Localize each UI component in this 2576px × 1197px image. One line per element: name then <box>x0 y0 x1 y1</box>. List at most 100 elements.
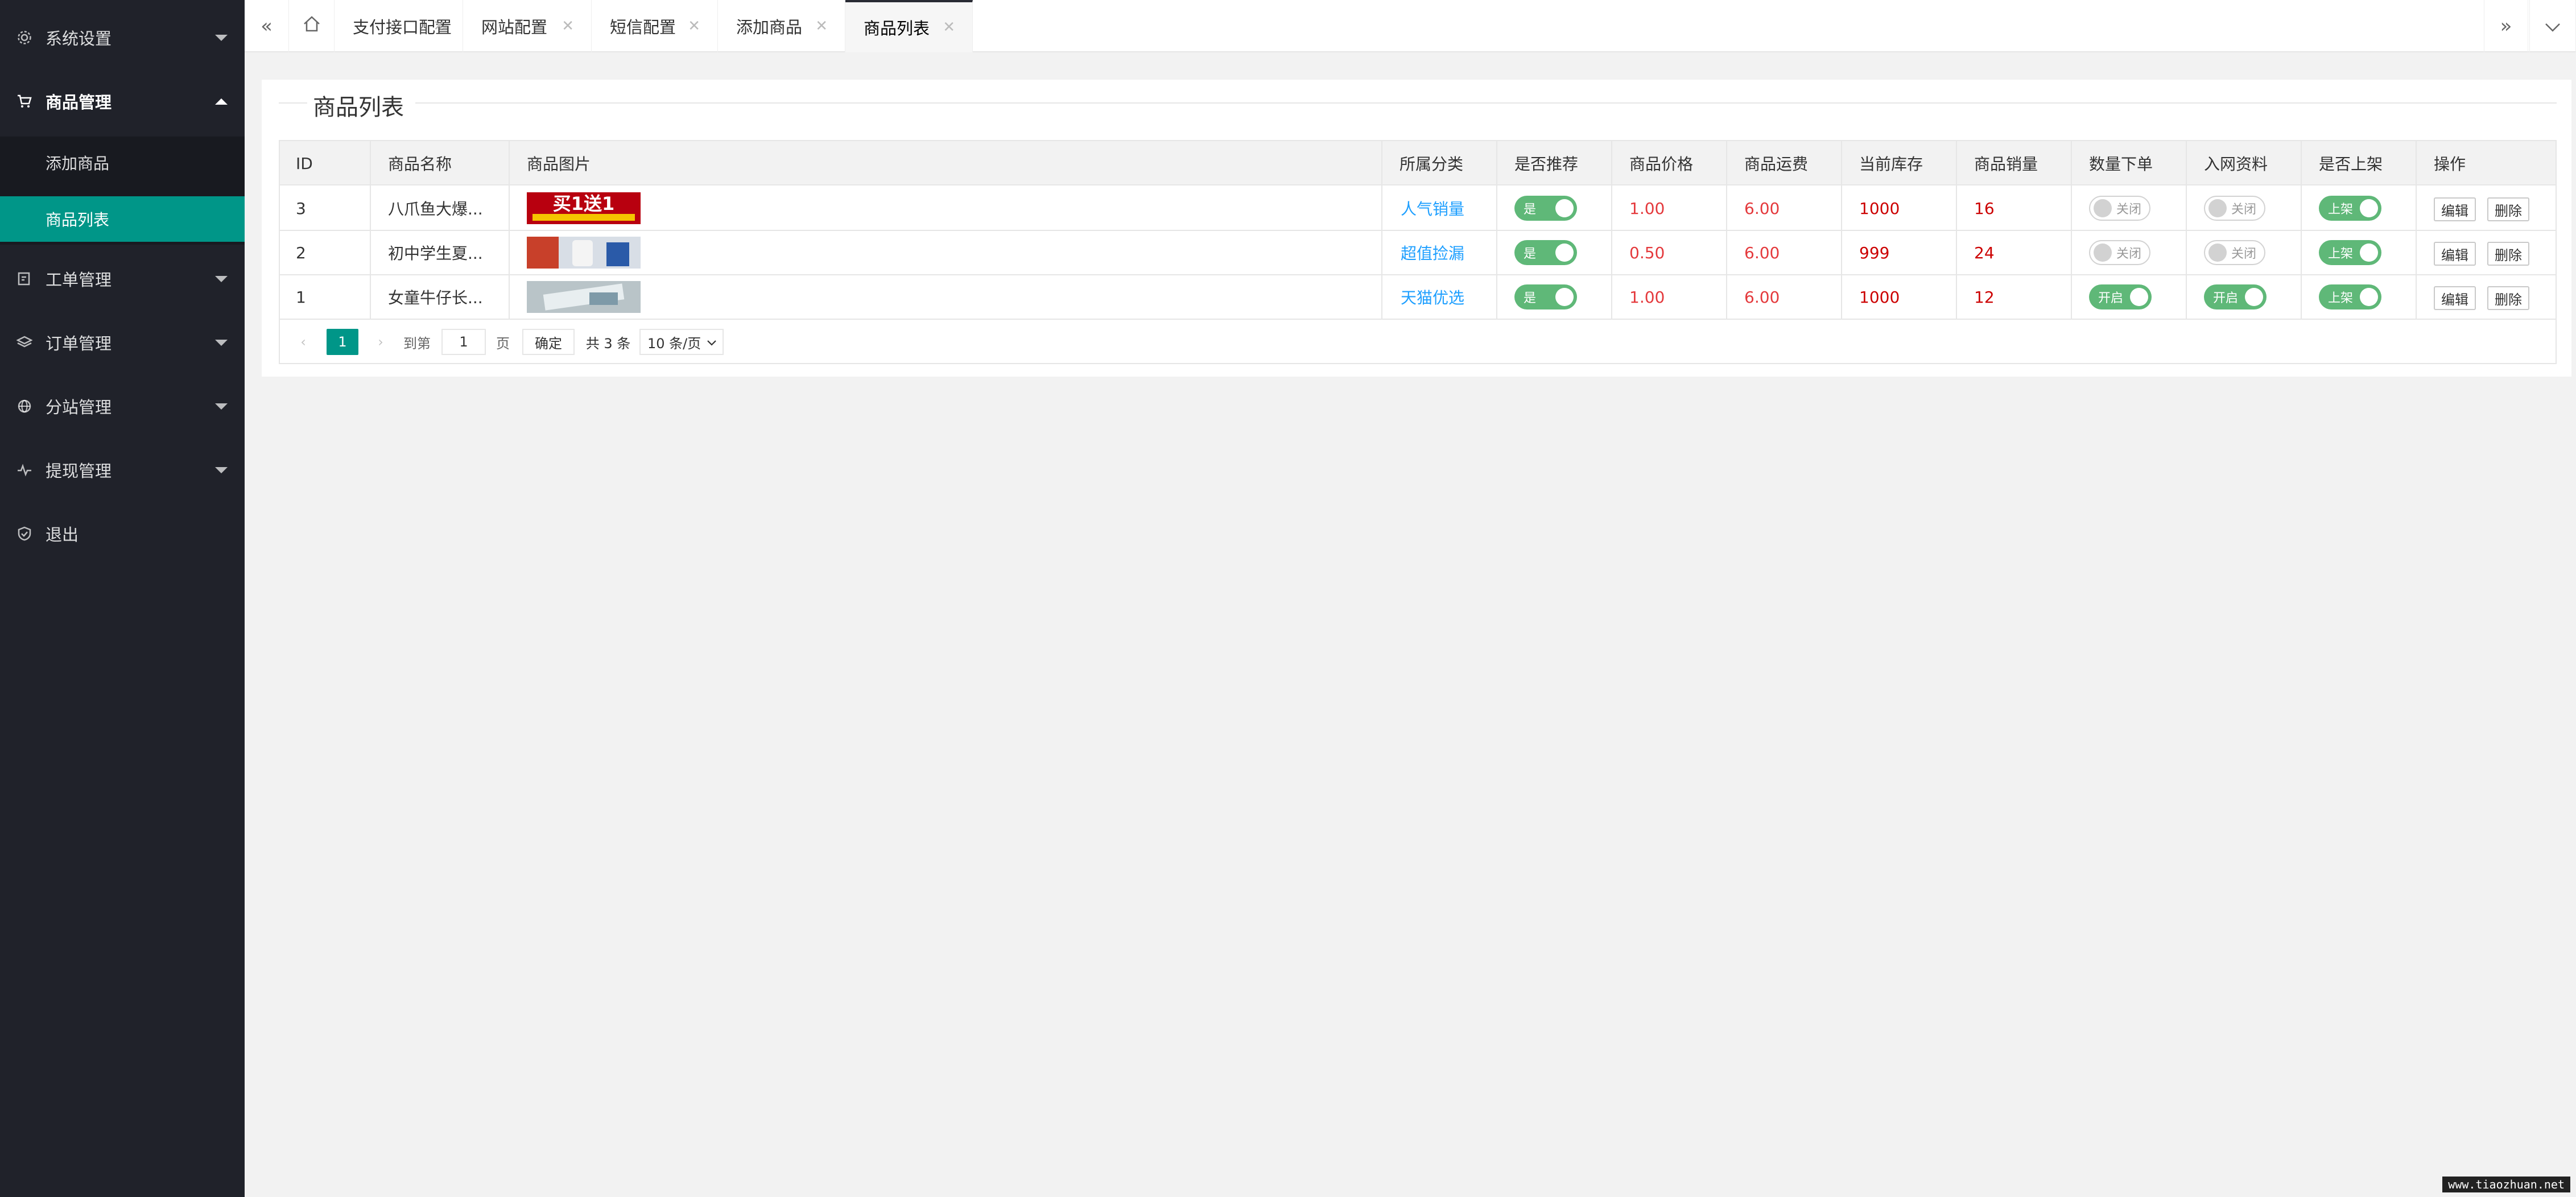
product-image[interactable] <box>527 281 641 313</box>
chevron-up-icon <box>215 98 228 105</box>
tabs-scroll-left-button[interactable]: « <box>245 0 289 52</box>
layers-icon <box>16 334 33 351</box>
th-price: 商品价格 <box>1629 155 1694 174</box>
edit-button[interactable]: 编辑 <box>2434 286 2476 310</box>
cell-sales: 12 <box>1974 287 1995 307</box>
close-icon[interactable]: ✕ <box>433 18 445 35</box>
delete-button[interactable]: 删除 <box>2487 242 2529 266</box>
sidebar-item-label: 工单管理 <box>46 270 112 290</box>
cell-freight: 6.00 <box>1744 287 1780 307</box>
recommend-toggle[interactable]: 是 <box>1514 284 1577 309</box>
th-freight: 商品运费 <box>1744 155 1809 174</box>
th-name: 商品名称 <box>388 155 452 174</box>
sidebar-item-label: 提现管理 <box>46 461 112 481</box>
net-info-toggle[interactable]: 关闭 <box>2204 196 2265 221</box>
tab-label: 短信配置 <box>610 18 676 37</box>
watermark: www.tiaozhuan.net <box>2442 1177 2570 1192</box>
cell-id: 1 <box>296 287 306 307</box>
toggle-knob <box>2094 199 2112 217</box>
on-shelf-toggle[interactable]: 上架 <box>2319 240 2381 265</box>
tabs-menu-button[interactable] <box>2529 0 2576 52</box>
toggle-label: 是 <box>1524 291 1537 306</box>
sidebar-item-withdrawals[interactable]: 提现管理 <box>0 441 245 498</box>
close-icon[interactable]: ✕ <box>815 18 828 35</box>
cell-category[interactable]: 超值捡漏 <box>1384 231 1497 274</box>
qty-order-toggle[interactable]: 开启 <box>2089 284 2152 309</box>
sidebar-item-orders[interactable]: 订单管理 <box>0 314 245 371</box>
net-info-toggle[interactable]: 开启 <box>2204 284 2267 309</box>
edit-button[interactable]: 编辑 <box>2434 197 2476 221</box>
th-id: ID <box>296 154 313 173</box>
toggle-knob <box>2360 243 2378 262</box>
on-shelf-toggle[interactable]: 上架 <box>2319 284 2381 309</box>
edit-button[interactable]: 编辑 <box>2434 242 2476 266</box>
double-chevron-right-icon: » <box>2500 15 2512 38</box>
cell-category[interactable]: 人气销量 <box>1384 187 1497 230</box>
th-stock: 当前库存 <box>1859 155 1923 174</box>
tab-bar: « 支付接口配置 ✕ 网站配置 ✕ 短信配置 ✕ 添加商品 ✕ 商品列表 ✕ » <box>245 0 2576 52</box>
qty-order-toggle[interactable]: 关闭 <box>2089 240 2150 265</box>
toggle-knob <box>2208 199 2227 217</box>
page-unit-label: 页 <box>496 335 510 352</box>
cell-name: 八爪鱼大爆... <box>388 200 483 218</box>
product-image[interactable]: 买1送1 <box>527 192 641 224</box>
toggle-label: 是 <box>1524 203 1537 217</box>
recommend-toggle[interactable]: 是 <box>1514 196 1577 221</box>
tab-goods-list[interactable]: 商品列表 ✕ <box>845 0 973 52</box>
tabs-scroll-right-button[interactable]: » <box>2484 0 2528 52</box>
home-icon <box>302 15 321 38</box>
toggle-label: 上架 <box>2328 291 2354 306</box>
tab-site-config[interactable]: 网站配置 ✕ <box>463 0 592 52</box>
sidebar-item-tickets[interactable]: 工单管理 <box>0 250 245 307</box>
toggle-knob <box>1555 199 1574 217</box>
sidebar-subitem-label: 商品列表 <box>46 210 110 229</box>
th-on-shelf: 是否上架 <box>2319 155 2383 174</box>
toggle-knob <box>2360 288 2378 306</box>
close-icon[interactable]: ✕ <box>688 18 700 35</box>
close-icon[interactable]: ✕ <box>943 19 955 36</box>
sidebar-item-substations[interactable]: 分站管理 <box>0 378 245 435</box>
pulse-icon <box>16 461 33 478</box>
cell-category[interactable]: 天猫优选 <box>1384 275 1497 319</box>
toggle-knob <box>2360 199 2378 217</box>
th-qty-order: 数量下单 <box>2089 155 2153 174</box>
net-info-toggle[interactable]: 关闭 <box>2204 240 2265 265</box>
sidebar-item-logout[interactable]: 退出 <box>0 505 245 562</box>
page-number-input[interactable]: 1 <box>441 329 486 355</box>
home-tab[interactable] <box>289 0 335 52</box>
sidebar-subitem-add-goods[interactable]: 添加商品 <box>0 140 245 185</box>
recommend-toggle[interactable]: 是 <box>1514 240 1577 265</box>
sidebar-item-system-settings[interactable]: 系统设置 <box>0 9 245 66</box>
tab-add-goods[interactable]: 添加商品 ✕ <box>718 0 845 52</box>
toggle-knob <box>2094 243 2112 262</box>
qty-order-toggle[interactable]: 关闭 <box>2089 196 2150 221</box>
tab-sms-config[interactable]: 短信配置 ✕ <box>592 0 718 52</box>
product-image[interactable] <box>527 237 641 269</box>
cell-name: 女童牛仔长... <box>388 288 483 307</box>
chevron-right-icon: › <box>378 334 383 350</box>
delete-button[interactable]: 删除 <box>2487 286 2529 310</box>
close-icon[interactable]: ✕ <box>562 18 574 35</box>
total-count: 共 3 条 <box>585 335 631 352</box>
chevron-down-icon <box>215 34 228 41</box>
page-current[interactable]: 1 <box>327 329 358 355</box>
on-shelf-toggle[interactable]: 上架 <box>2319 196 2381 221</box>
page-size-select[interactable]: 10 条/页 <box>639 329 724 355</box>
tab-payment-config[interactable]: 支付接口配置 ✕ <box>335 0 463 52</box>
ticket-icon <box>16 270 33 287</box>
product-image-banner <box>532 214 635 221</box>
toggle-label: 关闭 <box>2231 247 2256 261</box>
cell-sales: 16 <box>1974 199 1995 218</box>
confirm-page-button[interactable]: 确定 <box>522 329 575 355</box>
sidebar-item-label: 商品管理 <box>46 93 112 112</box>
sidebar-subitem-goods-list[interactable]: 商品列表 <box>0 196 245 242</box>
next-page-button[interactable]: › <box>368 329 394 355</box>
gear-icon <box>16 29 33 46</box>
cell-freight: 6.00 <box>1744 243 1780 262</box>
delete-button[interactable]: 删除 <box>2487 197 2529 221</box>
prev-page-button[interactable]: ‹ <box>290 329 316 355</box>
cell-price: 1.00 <box>1629 287 1665 307</box>
sidebar-item-goods[interactable]: 商品管理 <box>0 73 245 130</box>
toggle-label: 开启 <box>2213 291 2239 306</box>
globe-icon <box>16 398 33 415</box>
